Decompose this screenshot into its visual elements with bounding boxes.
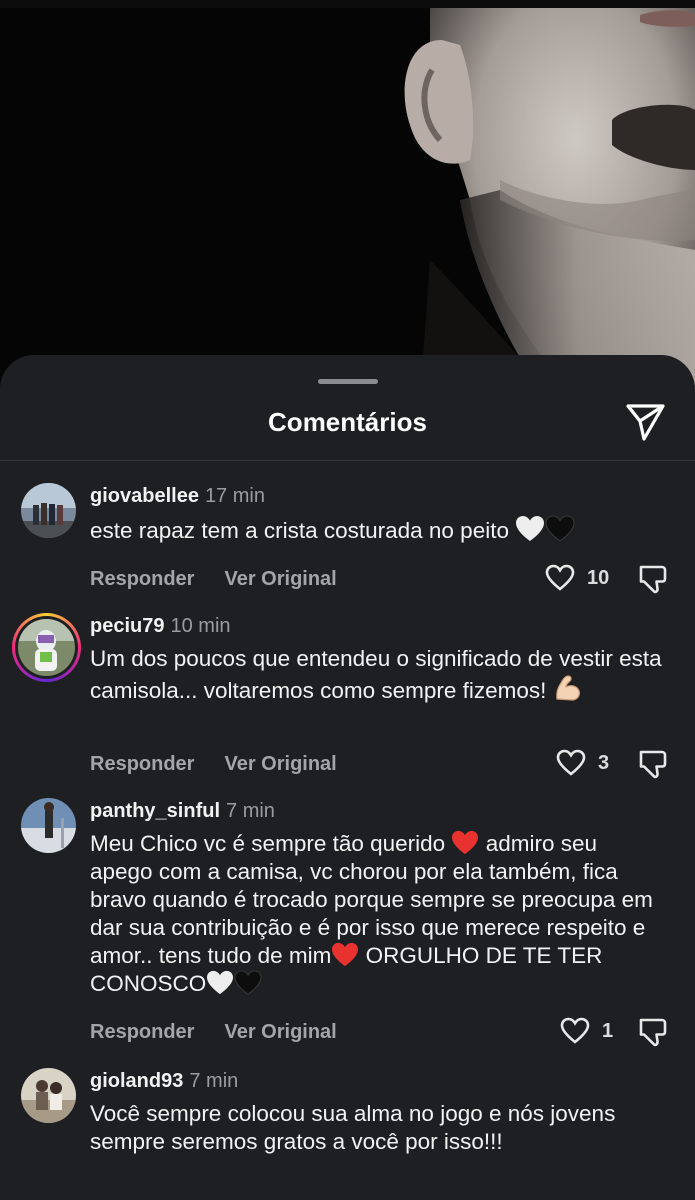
like-button[interactable]: 1 bbox=[560, 1017, 613, 1045]
comments-sheet: Comentários giovabellee 17 min este rapaz… bbox=[0, 355, 695, 1200]
comment-username[interactable]: peciu79 bbox=[90, 615, 164, 637]
comment-username[interactable]: panthy_sinful bbox=[90, 800, 220, 822]
like-count: 10 bbox=[587, 566, 610, 589]
white-heart-icon bbox=[207, 970, 234, 995]
post-image bbox=[0, 0, 695, 400]
avatar[interactable] bbox=[21, 798, 76, 853]
like-button[interactable]: 10 bbox=[545, 564, 609, 592]
black-heart-icon bbox=[545, 515, 575, 542]
comment-text-block: este rapaz tem a crista costurada no pei… bbox=[90, 515, 665, 545]
red-heart-icon bbox=[332, 942, 359, 967]
avatar[interactable] bbox=[21, 1068, 76, 1123]
portrait-illustration bbox=[404, 8, 695, 400]
like-count: 3 bbox=[598, 751, 610, 774]
white-heart-icon bbox=[516, 516, 545, 541]
sheet-title: Comentários bbox=[268, 407, 427, 437]
dislike-button[interactable] bbox=[638, 563, 668, 594]
avatar[interactable] bbox=[21, 483, 76, 538]
see-original-button[interactable]: Ver Original bbox=[224, 1021, 336, 1043]
comment-text: este rapaz tem a crista costurada no pei… bbox=[90, 518, 509, 543]
comment-text: Meu Chico vc é sempre tão querido bbox=[90, 831, 446, 856]
comment-text: Você sempre colocou sua alma no jogo e n… bbox=[90, 1101, 616, 1154]
share-button[interactable] bbox=[622, 401, 668, 443]
thumbs-down-icon bbox=[639, 1018, 667, 1047]
drag-handle[interactable] bbox=[318, 379, 378, 384]
see-original-button[interactable]: Ver Original bbox=[224, 568, 336, 590]
comment-time: 7 min bbox=[189, 1070, 239, 1092]
header-divider bbox=[0, 460, 695, 461]
like-count: 1 bbox=[602, 1019, 614, 1042]
comment-time: 17 min bbox=[204, 485, 265, 507]
avatar[interactable] bbox=[12, 613, 81, 682]
dislike-button[interactable] bbox=[638, 748, 668, 779]
comment-text-block: Meu Chico vc é sempre tão querido admiro… bbox=[90, 830, 665, 998]
red-heart-icon bbox=[452, 830, 479, 855]
see-original-button[interactable]: Ver Original bbox=[224, 753, 336, 775]
like-button[interactable]: 3 bbox=[556, 749, 609, 777]
comment-username[interactable]: gioland93 bbox=[90, 1070, 183, 1092]
thumbs-down-icon bbox=[639, 565, 667, 594]
comment-username[interactable]: giovabellee bbox=[90, 485, 199, 507]
reply-button[interactable]: Responder bbox=[90, 568, 194, 590]
black-heart-icon bbox=[234, 970, 262, 995]
thumbs-down-icon bbox=[639, 750, 667, 779]
flexed-biceps-icon bbox=[555, 675, 580, 701]
comment-time: 7 min bbox=[226, 800, 275, 822]
reply-button[interactable]: Responder bbox=[90, 1021, 194, 1043]
dislike-button[interactable] bbox=[638, 1016, 668, 1047]
paper-plane-icon bbox=[626, 404, 665, 441]
heart-outline-icon bbox=[556, 749, 586, 776]
heart-outline-icon bbox=[545, 564, 575, 591]
comment-time: 10 min bbox=[170, 615, 231, 637]
heart-outline-icon bbox=[560, 1017, 590, 1044]
comment-text-block: Um dos poucos que entendeu o significado… bbox=[90, 645, 665, 705]
reply-button[interactable]: Responder bbox=[90, 753, 194, 775]
